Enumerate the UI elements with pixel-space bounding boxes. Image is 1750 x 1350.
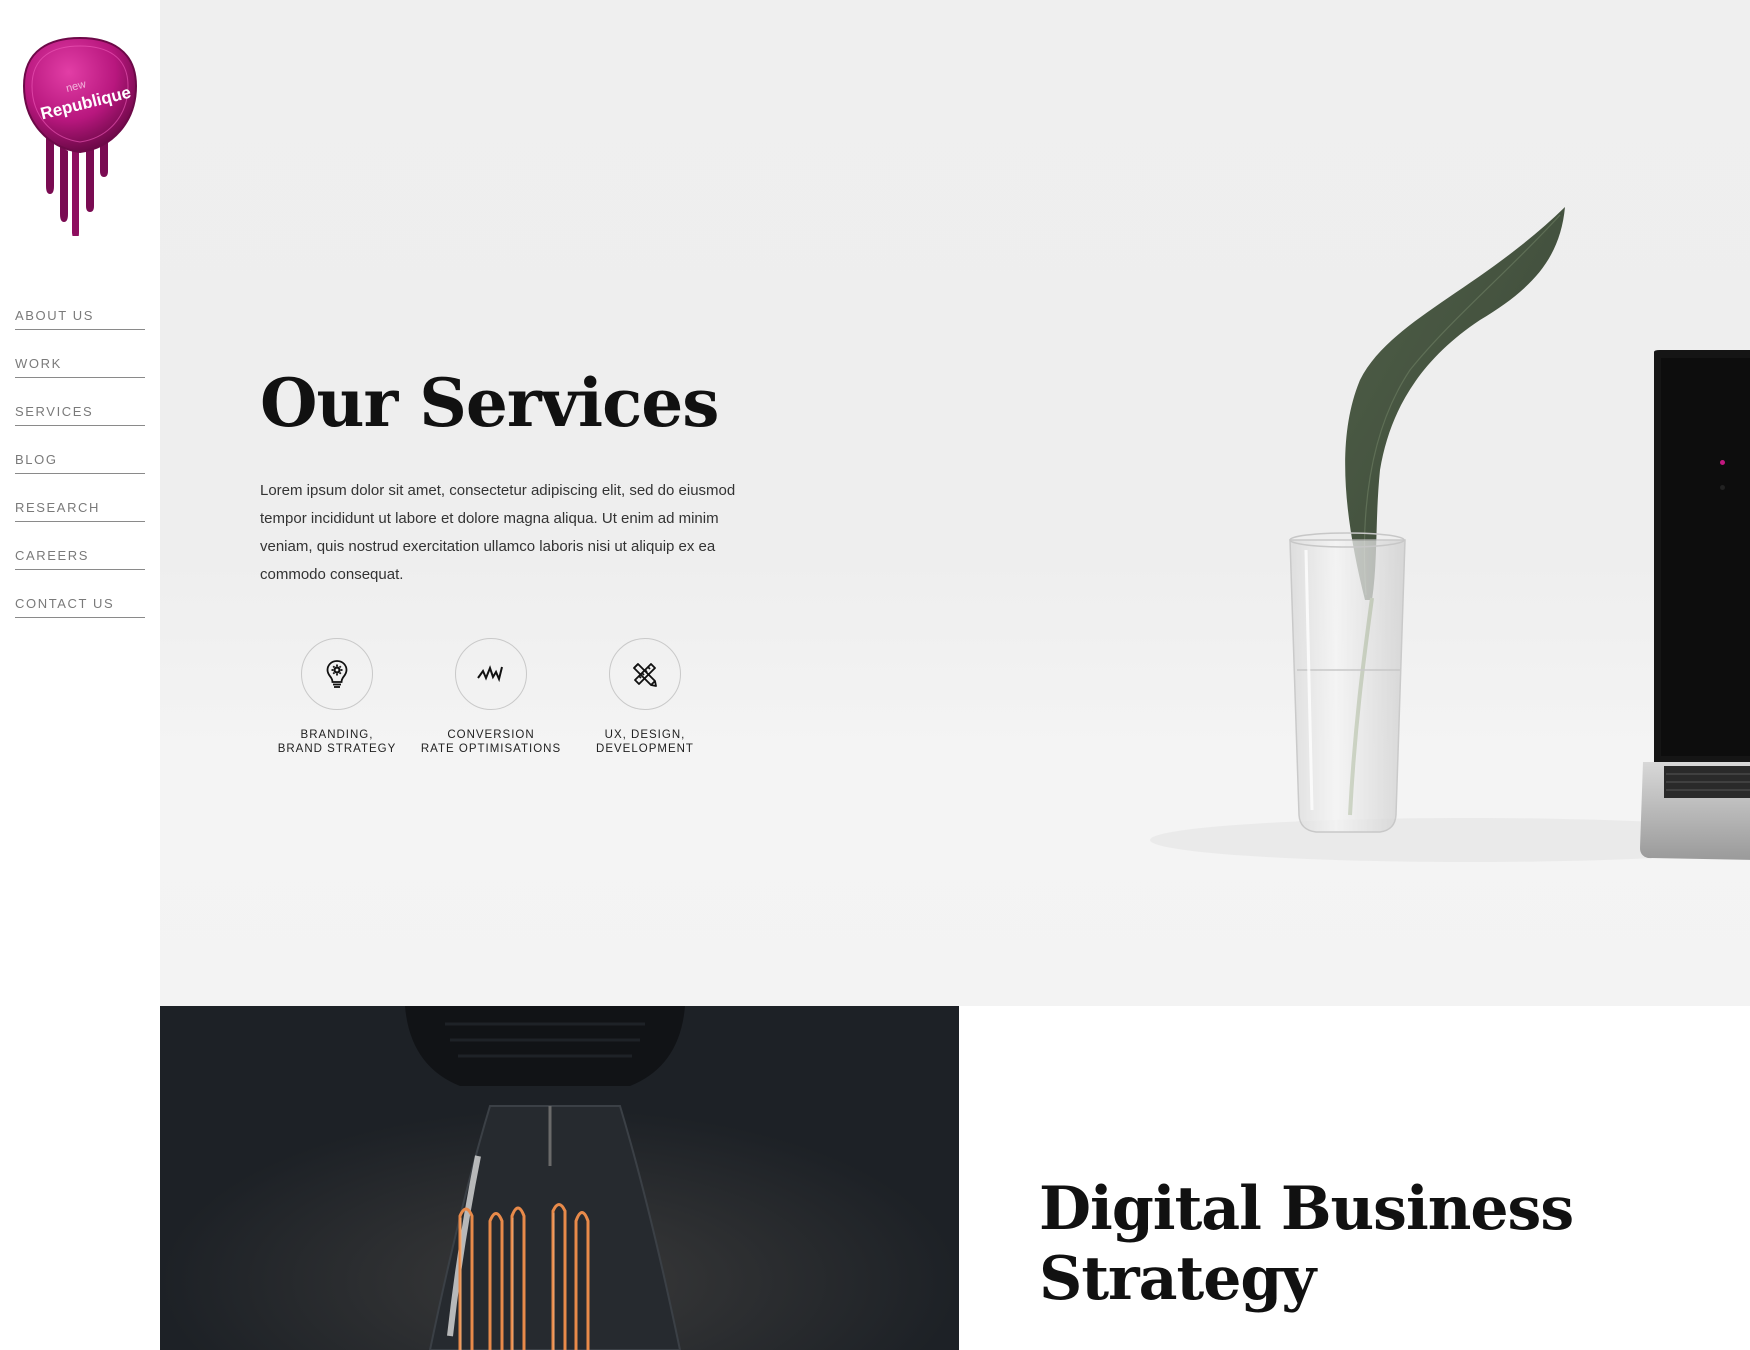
nav-item-services[interactable]: SERVICES bbox=[15, 378, 145, 426]
activity-zigzag-icon bbox=[477, 665, 503, 683]
nav-link-services[interactable]: SERVICES bbox=[15, 404, 93, 419]
service-branding[interactable]: BRANDING, BRAND STRATEGY bbox=[260, 638, 414, 756]
service-label-line2: BRAND STRATEGY bbox=[277, 743, 397, 755]
plant-laptop-image bbox=[1150, 207, 1750, 862]
brand-logo[interactable]: new Republique bbox=[20, 36, 140, 236]
slider-dot-active[interactable] bbox=[1720, 460, 1725, 465]
sidebar: new Republique ABOUT US WORK SERVICES BL… bbox=[0, 0, 160, 1350]
main-nav: ABOUT US WORK SERVICES BLOG RESEARCH CAR… bbox=[15, 302, 145, 618]
hero-photo bbox=[1060, 200, 1750, 900]
service-icon-circle bbox=[455, 638, 527, 710]
service-ux-design[interactable]: UX, DESIGN, DEVELOPMENT bbox=[568, 638, 722, 756]
service-label: BRANDING, BRAND STRATEGY bbox=[260, 728, 414, 756]
service-label-line2: RATE OPTIMISATIONS bbox=[420, 743, 562, 755]
services-hero: Our Services Lorem ipsum dolor sit amet,… bbox=[160, 0, 1750, 1006]
hero-description: Lorem ipsum dolor sit amet, consectetur … bbox=[260, 482, 736, 583]
nav-item-contact-us[interactable]: CONTACT US bbox=[15, 570, 145, 618]
service-label-line1: UX, DESIGN, bbox=[604, 729, 686, 741]
nav-link-work[interactable]: WORK bbox=[15, 356, 62, 371]
service-conversion[interactable]: CONVERSION RATE OPTIMISATIONS bbox=[414, 638, 568, 756]
service-label: UX, DESIGN, DEVELOPMENT bbox=[568, 728, 722, 756]
nav-link-about-us[interactable]: ABOUT US bbox=[15, 308, 94, 323]
lightbulb-image bbox=[160, 1006, 959, 1350]
nav-item-research[interactable]: RESEARCH bbox=[15, 474, 145, 522]
nav-item-work[interactable]: WORK bbox=[15, 330, 145, 378]
nav-item-careers[interactable]: CAREERS bbox=[15, 522, 145, 570]
service-label-line2: DEVELOPMENT bbox=[596, 743, 694, 755]
nav-link-research[interactable]: RESEARCH bbox=[15, 500, 100, 515]
lightbulb-photo bbox=[160, 1006, 959, 1350]
slider-dot[interactable] bbox=[1720, 485, 1725, 490]
nav-link-contact-us[interactable]: CONTACT US bbox=[15, 596, 114, 611]
service-icon-circle bbox=[301, 638, 373, 710]
page-title: Our Services bbox=[260, 364, 719, 442]
service-label: CONVERSION RATE OPTIMISATIONS bbox=[414, 728, 568, 756]
service-label-line1: BRANDING, bbox=[300, 729, 374, 741]
logo-graphic: new Republique bbox=[22, 36, 138, 236]
nav-item-blog[interactable]: BLOG bbox=[15, 426, 145, 474]
strategy-section: Digital Business Strategy bbox=[959, 1006, 1750, 1350]
nav-link-careers[interactable]: CAREERS bbox=[15, 548, 89, 563]
service-list: BRANDING, BRAND STRATEGY CONVERSION RATE… bbox=[260, 638, 720, 758]
service-icon-circle bbox=[609, 638, 681, 710]
nav-item-about-us[interactable]: ABOUT US bbox=[15, 302, 145, 330]
service-label-line1: CONVERSION bbox=[447, 729, 535, 741]
slider-dots bbox=[1720, 460, 1725, 510]
nav-link-blog[interactable]: BLOG bbox=[15, 452, 58, 467]
section-title: Digital Business Strategy bbox=[1039, 1174, 1574, 1314]
pencil-ruler-icon bbox=[633, 663, 657, 687]
lightbulb-gear-icon bbox=[326, 660, 348, 688]
